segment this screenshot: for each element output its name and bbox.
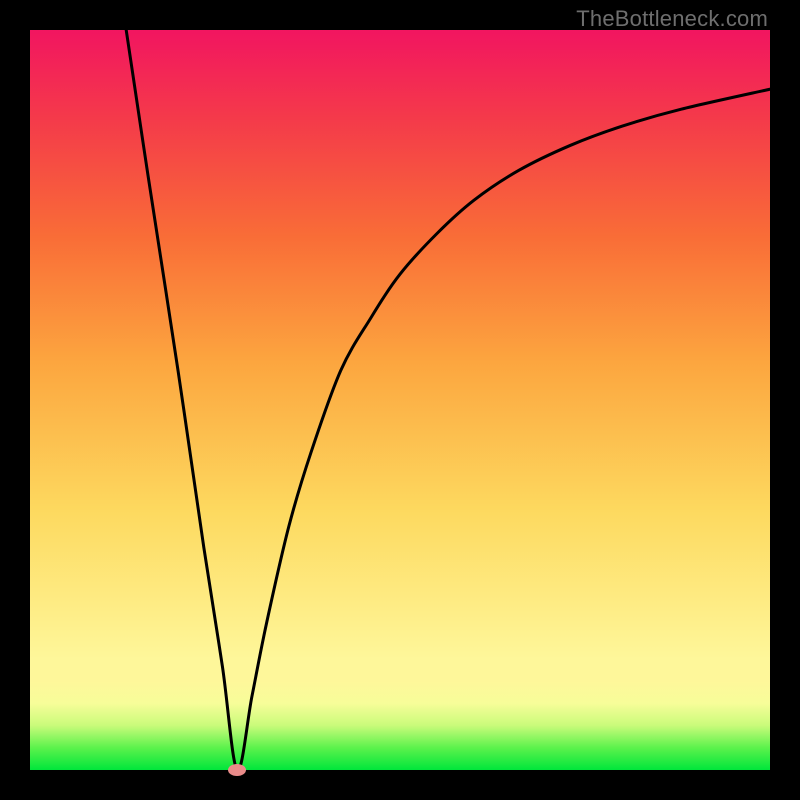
optimum-marker: [228, 764, 246, 776]
chart-frame: TheBottleneck.com: [0, 0, 800, 800]
bottleneck-curve: [30, 30, 770, 770]
plot-area: [30, 30, 770, 770]
attribution-label: TheBottleneck.com: [576, 6, 768, 32]
